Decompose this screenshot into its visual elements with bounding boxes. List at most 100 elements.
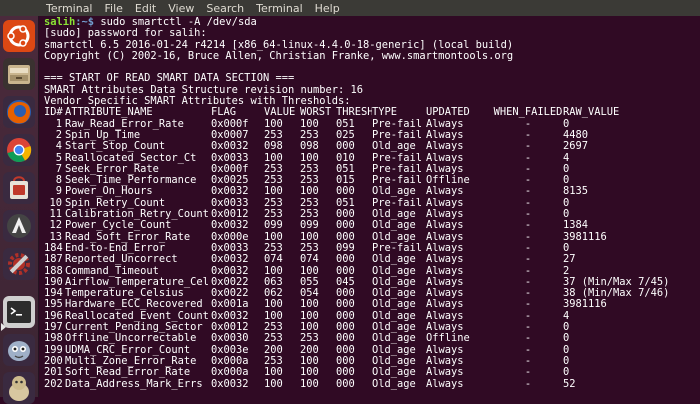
attr-updated: Offline <box>426 333 470 345</box>
table-row: 4 Start_Stop_Count 0x0032 098 098 000 Old_age A… <box>44 141 700 152</box>
attr-updated: Always <box>426 129 464 141</box>
table-row: 187 Reported_Uncorrect 0x0032 074 074 000 Old_… <box>44 254 700 265</box>
attr-updated: Always <box>426 378 464 390</box>
attr-id: 199 <box>44 344 63 356</box>
menu-bar: Terminal File Edit View Search Terminal … <box>0 0 700 16</box>
attr-updated: Always <box>426 355 464 367</box>
attr-worst: 100 <box>300 265 319 277</box>
table-row: 190 Airflow_Temperature_Cel 0x0022 063 055 04… <box>44 277 700 288</box>
output-line: [sudo] password for salih: <box>44 27 207 40</box>
ubuntu-dash-icon[interactable] <box>3 20 35 52</box>
attr-id: 12 <box>49 220 62 232</box>
attr-updated: Always <box>426 322 464 334</box>
attr-updated: Always <box>426 141 464 153</box>
attr-thresh: 051 <box>336 163 355 175</box>
header-id: ID# <box>44 107 63 119</box>
attr-raw-value: 2697 <box>563 141 589 153</box>
attr-when-failed: - <box>524 254 532 266</box>
attr-name: Current_Pending_Sector <box>65 322 203 334</box>
system-settings-icon[interactable] <box>3 248 35 280</box>
gimp-icon[interactable] <box>3 334 35 366</box>
unity-launcher <box>0 16 39 404</box>
attr-worst: 100 <box>300 378 319 390</box>
chrome-icon[interactable] <box>3 134 35 166</box>
attr-id: 4 <box>55 141 62 153</box>
attr-worst: 100 <box>300 118 319 130</box>
menu-file[interactable]: File <box>99 2 129 15</box>
terminal-output[interactable]: salih:~$ sudo smartctl -A /dev/sda [sudo… <box>44 17 700 397</box>
table-row: 8 Seek_Time_Performance 0x0025 253 253 015 Pre… <box>44 175 700 186</box>
attr-id: 190 <box>44 276 63 288</box>
table-row: 196 Reallocated_Event_Count 0x0032 100 100 00… <box>44 311 700 322</box>
table-row: 1 Raw_Read_Error_Rate 0x000f 100 100 051 Pre-f… <box>44 119 700 130</box>
attr-raw-value: 0 <box>563 322 570 334</box>
attr-when-failed: - <box>524 186 532 198</box>
attr-flag: 0x001a <box>211 299 249 311</box>
attr-raw-value: 0 <box>563 355 570 367</box>
menu-view[interactable]: View <box>162 2 200 15</box>
attr-thresh: 000 <box>336 288 355 300</box>
attr-name: Hardware_ECC_Recovered <box>65 299 203 311</box>
table-row: 194 Temperature_Celsius 0x0022 062 054 000 Old… <box>44 288 700 299</box>
attr-when-failed: - <box>524 378 532 390</box>
attr-flag: 0x0022 <box>211 276 249 288</box>
attr-type: Old_age <box>372 254 416 266</box>
table-row: 11 Calibration_Retry_Count 0x0012 253 253 000… <box>44 209 700 220</box>
app-menu-terminal[interactable]: Terminal <box>40 2 99 15</box>
attr-id: 187 <box>44 254 63 266</box>
attr-updated: Always <box>426 220 464 232</box>
attr-updated: Always <box>426 209 464 221</box>
attr-id: 184 <box>44 242 63 254</box>
menu-edit[interactable]: Edit <box>129 2 162 15</box>
attr-flag: 0x0022 <box>211 288 249 300</box>
attr-raw-value: 1384 <box>563 220 589 232</box>
attr-thresh: 000 <box>336 265 355 277</box>
attribute-table-header: ID# ATTRIBUTE_NAME FLAG VALUE WORST THRE… <box>44 107 700 118</box>
attr-worst: 253 <box>300 163 319 175</box>
attr-thresh: 099 <box>336 242 355 254</box>
header-type: TYPE <box>372 107 398 119</box>
menu-search[interactable]: Search <box>200 2 250 15</box>
attribute-table-body: 1 Raw_Read_Error_Rate 0x000f 100 100 051 Pre-f… <box>44 119 700 390</box>
header-value: VALUE <box>264 107 296 119</box>
attr-worst: 100 <box>300 299 319 311</box>
attr-thresh: 000 <box>336 141 355 153</box>
attr-id: 195 <box>44 299 63 311</box>
attr-flag: 0x0030 <box>211 333 249 345</box>
attr-flag: 0x0032 <box>211 310 249 322</box>
attr-worst: 100 <box>300 186 319 198</box>
software-center-icon[interactable] <box>3 172 35 204</box>
attr-when-failed: - <box>524 265 532 277</box>
attr-raw-value: 0 <box>563 344 570 356</box>
table-row: 188 Command_Timeout 0x0032 100 100 000 Old_age… <box>44 266 700 277</box>
attr-value: 100 <box>264 367 283 379</box>
terminal-icon[interactable] <box>3 296 35 328</box>
attr-when-failed: - <box>524 276 532 288</box>
attr-when-failed: - <box>524 344 532 356</box>
header-raw-value: RAW_VALUE <box>563 107 620 119</box>
attr-raw-value: 27 <box>563 254 576 266</box>
attr-updated: Always <box>426 254 464 266</box>
table-row: 198 Offline_Uncorrectable 0x0030 253 253 000 O… <box>44 333 700 344</box>
attr-id: 198 <box>44 333 63 345</box>
attr-name: Power_On_Hours <box>65 186 153 198</box>
attr-flag: 0x000f <box>211 163 249 175</box>
attr-type: Pre-fail <box>372 152 423 164</box>
attr-raw-value: 8135 <box>563 186 589 198</box>
table-row: 7 Seek_Error_Rate 0x000f 253 253 051 Pre-fail A… <box>44 164 700 175</box>
files-icon[interactable] <box>3 58 35 90</box>
menu-help[interactable]: Help <box>309 2 346 15</box>
attr-when-failed: - <box>524 242 532 254</box>
software-updater-icon[interactable] <box>3 210 35 242</box>
attr-worst: 100 <box>300 231 319 243</box>
pidgin-icon[interactable] <box>3 372 35 404</box>
firefox-icon[interactable] <box>3 96 35 128</box>
attr-id: 201 <box>44 367 63 379</box>
attr-type: Old_age <box>372 355 416 367</box>
attr-type: Old_age <box>372 322 416 334</box>
attr-flag: 0x0032 <box>211 265 249 277</box>
attr-when-failed: - <box>524 231 532 243</box>
attr-id: 11 <box>49 209 62 221</box>
attr-id: 2 <box>55 129 62 141</box>
menu-terminal[interactable]: Terminal <box>250 2 309 15</box>
